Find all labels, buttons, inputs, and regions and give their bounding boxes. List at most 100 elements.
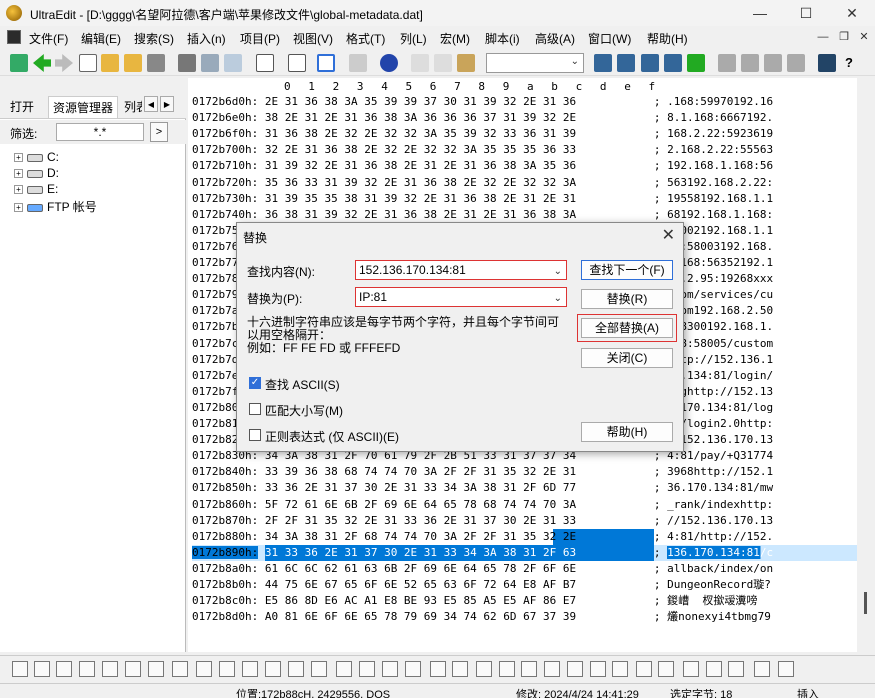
hex-row[interactable]: 0172b880h: 34 3A 38 31 2F 68 74 74 70 3A… (192, 528, 857, 545)
menu-file[interactable]: 文件(F) (29, 30, 68, 47)
list-icon[interactable] (102, 661, 118, 677)
hex-ascii[interactable]: 8.1.168:6667192. (667, 111, 773, 124)
match-case-checkbox[interactable] (249, 403, 261, 415)
hex-ascii[interactable]: 563192.168.2.22: (667, 176, 773, 189)
replace-input[interactable]: IP:81 ⌄ (355, 287, 567, 307)
hex-row[interactable]: 0172b720h: 35 36 33 31 39 32 2E 31 36 38… (192, 175, 857, 191)
hex-bytes[interactable]: E5 86 8D E6 AC A1 E8 BE 93 E5 85 A5 E5 A… (265, 593, 654, 609)
find-ascii-checkbox[interactable]: ✓ (249, 377, 261, 389)
table-icon[interactable] (499, 661, 515, 677)
underline-icon[interactable] (79, 661, 95, 677)
hex-ascii[interactable]: 68192.168.1.168: (667, 208, 773, 221)
find-in-files-icon[interactable] (617, 54, 635, 72)
align-right-icon[interactable] (764, 54, 782, 72)
hex-ascii[interactable]: 鍐嶆 杈撳叆瀵嗙 (667, 594, 757, 607)
find-icon[interactable] (594, 54, 612, 72)
hex-row[interactable]: 0172b6e0h: 38 2E 31 2E 31 36 38 3A 36 36… (192, 110, 857, 126)
hex-bytes[interactable]: 31 33 36 2E 31 37 30 2E 31 33 34 3A 38 3… (264, 544, 654, 561)
align-center-icon[interactable] (741, 54, 759, 72)
doc-icon[interactable] (636, 661, 652, 677)
hex-ascii[interactable]: 19558192.168.1.1 (667, 192, 773, 205)
hex-row[interactable]: 0172b8a0h: 61 6C 6C 62 61 63 6B 2F 69 6E… (192, 561, 857, 577)
replace-in-files-icon[interactable] (664, 54, 682, 72)
hex-bytes[interactable]: 36 38 31 39 32 2E 31 36 38 2E 31 2E 31 3… (265, 207, 654, 223)
text-icon[interactable] (359, 661, 375, 677)
mdi-restore-button[interactable]: ❐ (836, 29, 852, 45)
document-icon[interactable] (7, 30, 21, 44)
copy-format-icon[interactable] (590, 661, 606, 677)
html-icon[interactable] (382, 661, 398, 677)
bullet-list-icon[interactable] (125, 661, 141, 677)
hex-bytes[interactable]: 33 39 36 38 68 74 74 70 3A 2F 2F 31 35 3… (265, 464, 654, 480)
hex-mode-icon[interactable] (317, 54, 335, 72)
hex-ascii[interactable]: DungeonRecord璇? (667, 578, 771, 591)
help2-icon[interactable] (778, 661, 794, 677)
menu-advanced[interactable]: 高级(A) (535, 30, 575, 47)
validate-icon[interactable] (706, 661, 722, 677)
tree-item-ftp[interactable]: + FTP 帐号 (14, 198, 97, 214)
table-grid-icon[interactable] (612, 661, 628, 677)
mdi-minimize-button[interactable]: — (815, 29, 831, 45)
menu-window[interactable]: 窗口(W) (588, 30, 631, 47)
filter-apply-button[interactable]: > (150, 122, 168, 142)
hex-bytes[interactable]: A0 81 6E 6F 6E 65 78 79 69 34 74 62 6D 6… (265, 609, 654, 625)
hex-row[interactable]: 0172b850h: 33 36 2E 31 37 30 2E 31 33 34… (192, 480, 857, 496)
menu-project[interactable]: 项目(P) (240, 30, 280, 47)
minimize-button[interactable]: — (737, 0, 783, 26)
match-case-label[interactable]: 匹配大小写(M) (265, 402, 343, 419)
workspace-icon[interactable] (10, 54, 28, 72)
hex-row[interactable]: 0172b6f0h: 31 36 38 2E 32 2E 32 32 3A 35… (192, 126, 857, 142)
hex-bytes[interactable]: 31 39 32 2E 31 36 38 2E 31 2E 31 36 38 3… (265, 158, 654, 174)
tree-item-drive-e[interactable]: + E: (14, 182, 58, 198)
vertical-scrollbar[interactable] (857, 94, 875, 652)
hex-row[interactable]: 0172b8d0h: A0 81 6E 6F 6E 65 78 79 69 34… (192, 609, 857, 625)
indent-icon[interactable] (219, 661, 235, 677)
hex-row[interactable]: 0172b860h: 5F 72 61 6E 6B 2F 69 6E 64 65… (192, 497, 857, 513)
hex-bytes[interactable]: 34 3A 38 31 2F 68 74 74 70 3A 2F 2F 31 3… (264, 528, 654, 545)
expand-icon[interactable]: + (14, 153, 23, 163)
tab-list[interactable]: 列表 (124, 98, 142, 115)
close-button[interactable]: ✕ (829, 0, 875, 26)
print-icon[interactable] (178, 54, 196, 72)
open-folder-icon[interactable] (101, 54, 119, 72)
toolbar-search-combo[interactable]: ⌄ (486, 53, 584, 73)
scroll-thumb[interactable] (864, 592, 867, 614)
align-left-icon[interactable] (718, 54, 736, 72)
id-icon[interactable] (683, 661, 699, 677)
tab-explorer[interactable]: 资源管理器 (48, 96, 119, 118)
hex-bytes[interactable]: 44 75 6E 67 65 6F 6E 52 65 63 6F 72 64 E… (265, 577, 654, 593)
hex-ascii[interactable]: //152.136.170.13 (667, 514, 773, 527)
browser-view-icon[interactable] (380, 54, 398, 72)
hex-ascii[interactable]: .168:59970192.16 (667, 95, 773, 108)
replace-icon[interactable] (641, 54, 659, 72)
forward-arrow-icon[interactable] (55, 54, 73, 72)
menu-macro[interactable]: 宏(M) (440, 30, 470, 47)
hex-ascii[interactable]: _rank/indexhttp: (667, 498, 773, 511)
menu-insert[interactable]: 插入(n) (187, 30, 226, 47)
menu-view[interactable]: 视图(V) (293, 30, 333, 47)
paste-icon[interactable] (457, 54, 475, 72)
save-icon[interactable] (147, 54, 165, 72)
hex-ascii[interactable]: 3968http://152.1 (667, 465, 773, 478)
chevron-down-icon[interactable]: ⌄ (554, 263, 562, 281)
new-file-icon[interactable] (79, 54, 97, 72)
tree-item-drive-c[interactable]: + C: (14, 150, 59, 166)
tree-item-drive-d[interactable]: + D: (14, 166, 59, 182)
replace-button[interactable]: 替换(R) (581, 289, 673, 309)
hex-row[interactable]: 0172b6d0h: 2E 31 36 38 3A 35 39 39 37 30… (192, 94, 857, 110)
hex-row[interactable]: 0172b740h: 36 38 31 39 32 2E 31 36 38 2E… (192, 207, 857, 223)
checkbox-icon[interactable] (430, 661, 446, 677)
menu-help[interactable]: 帮助(H) (647, 30, 688, 47)
edit-icon[interactable] (196, 661, 212, 677)
layout-icon[interactable] (818, 54, 836, 72)
radio-icon[interactable] (452, 661, 468, 677)
hex-ascii[interactable]: 4:81/http://152. (667, 530, 773, 543)
hex-ascii[interactable]: 168.2.22:5923619 (667, 127, 773, 140)
open-recent-icon[interactable] (124, 54, 142, 72)
italic-alt-icon[interactable] (56, 661, 72, 677)
hex-ascii[interactable]: 36.170.134:81/mw (667, 481, 773, 494)
column-mode-icon[interactable] (349, 54, 367, 72)
tab-scroll-right-icon[interactable]: ▶ (160, 96, 174, 112)
hex-row[interactable]: 0172b730h: 31 39 35 35 38 31 39 32 2E 31… (192, 191, 857, 207)
spell-check-icon[interactable] (224, 54, 242, 72)
